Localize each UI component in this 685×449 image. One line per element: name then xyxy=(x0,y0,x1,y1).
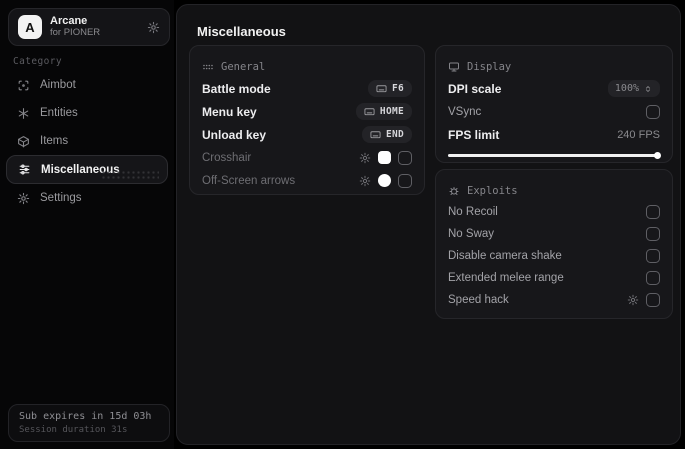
general-card: General Battle mode F6 Menu key HOME Unl… xyxy=(189,45,425,195)
sidebar-item-label: Aimbot xyxy=(40,79,76,91)
gear-icon[interactable] xyxy=(359,175,371,187)
setting-row-crosshair: Crosshair xyxy=(202,146,412,169)
setting-label: Battle mode xyxy=(202,81,271,96)
sidebar-item-items[interactable]: Items xyxy=(0,127,174,155)
extended-melee-range-checkbox[interactable] xyxy=(646,271,660,285)
no-sway-checkbox[interactable] xyxy=(646,227,660,241)
sidebar-item-miscellaneous[interactable]: Miscellaneous xyxy=(6,155,168,184)
grid-icon xyxy=(203,64,213,69)
cube-icon xyxy=(18,135,29,147)
keybind-button[interactable]: F6 xyxy=(367,80,412,97)
color-swatch[interactable] xyxy=(378,151,391,164)
setting-label: FPS limit xyxy=(448,127,500,142)
section-header: Exploits xyxy=(467,184,518,197)
setting-label: Crosshair xyxy=(202,151,252,164)
dpi-scale-select[interactable]: 100% xyxy=(607,80,660,97)
setting-label: Off-Screen arrows xyxy=(202,174,296,187)
crosshair-scan-icon xyxy=(18,80,29,90)
setting-label: Disable camera shake xyxy=(448,250,562,262)
crosshair-checkbox[interactable] xyxy=(398,150,412,165)
sidebar-nav: Aimbot Entities Items Miscellaneous Sett… xyxy=(0,71,174,212)
setting-label: Unload key xyxy=(202,127,267,142)
keyboard-icon xyxy=(370,131,381,139)
color-swatch[interactable] xyxy=(378,174,391,187)
gear-icon xyxy=(17,192,30,204)
exploits-card: Exploits No Recoil No Sway Disable camer… xyxy=(435,169,673,319)
no-recoil-checkbox[interactable] xyxy=(646,205,660,219)
entities-icon xyxy=(18,107,29,119)
keybind-button[interactable]: END xyxy=(361,126,412,143)
app-subtitle: for PIONER xyxy=(50,26,101,38)
vsync-checkbox[interactable] xyxy=(646,104,660,119)
chevron-up-down-icon xyxy=(645,85,651,92)
setting-row-menu-key: Menu key HOME xyxy=(202,100,412,123)
dots-decoration xyxy=(101,170,159,179)
setting-row-offscreen-arrows: Off-Screen arrows xyxy=(202,169,412,192)
keybind-button[interactable]: HOME xyxy=(355,103,412,120)
sidebar-item-settings[interactable]: Settings xyxy=(0,184,174,212)
sub-expiry-text: Sub expires in 15d 03h xyxy=(19,410,152,422)
section-header: Display xyxy=(467,60,512,73)
setting-row-vsync: VSync xyxy=(448,100,660,123)
setting-row-dpi-scale: DPI scale 100% xyxy=(448,77,660,100)
sidebar-item-label: Entities xyxy=(40,107,78,119)
app-header: A Arcane for PIONER xyxy=(8,8,170,46)
setting-row-speed-hack: Speed hack xyxy=(448,289,660,311)
app-logo: A xyxy=(18,15,42,39)
setting-row-fps-limit: FPS limit 240 FPS xyxy=(448,123,660,146)
disable-camera-shake-checkbox[interactable] xyxy=(646,249,660,263)
monitor-icon xyxy=(449,62,459,71)
keyboard-icon xyxy=(376,85,387,93)
setting-label: Speed hack xyxy=(448,294,509,306)
setting-row-no-recoil: No Recoil xyxy=(448,201,660,223)
setting-label: Menu key xyxy=(202,104,257,119)
setting-label: Extended melee range xyxy=(448,272,564,284)
setting-label: DPI scale xyxy=(448,81,502,96)
gear-icon[interactable] xyxy=(359,152,371,164)
subscription-info: Sub expires in 15d 03h Session duration … xyxy=(8,404,170,442)
sidebar-item-label: Items xyxy=(40,135,69,147)
offscreen-arrows-checkbox[interactable] xyxy=(398,173,412,188)
fps-limit-value: 240 FPS xyxy=(617,128,660,141)
setting-label: VSync xyxy=(448,105,482,118)
slider-thumb[interactable] xyxy=(654,152,661,159)
setting-row-disable-camera-shake: Disable camera shake xyxy=(448,245,660,267)
display-card: Display DPI scale 100% VSync FPS limit 2… xyxy=(435,45,673,163)
sidebar: A Arcane for PIONER Category Aimbot Enti… xyxy=(0,0,174,449)
fps-limit-slider[interactable] xyxy=(448,152,661,159)
keyboard-icon xyxy=(364,108,375,116)
speed-hack-checkbox[interactable] xyxy=(646,293,660,307)
sidebar-item-entities[interactable]: Entities xyxy=(0,99,174,127)
sliders-icon xyxy=(19,164,30,175)
setting-label: No Recoil xyxy=(448,206,498,218)
setting-label: No Sway xyxy=(448,228,495,240)
page-title: Miscellaneous xyxy=(197,24,286,39)
setting-row-extended-melee-range: Extended melee range xyxy=(448,267,660,289)
bug-icon xyxy=(449,186,459,195)
session-duration-text: Session duration 31s xyxy=(19,424,128,435)
main-panel: Miscellaneous General Battle mode F6 Men… xyxy=(176,4,681,445)
setting-row-battle-mode: Battle mode F6 xyxy=(202,77,412,100)
section-header: General xyxy=(221,60,266,73)
sidebar-item-label: Settings xyxy=(40,192,82,204)
setting-row-unload-key: Unload key END xyxy=(202,123,412,146)
gear-icon[interactable] xyxy=(627,294,639,306)
setting-row-no-sway: No Sway xyxy=(448,223,660,245)
category-label: Category xyxy=(13,56,62,67)
sidebar-item-aimbot[interactable]: Aimbot xyxy=(0,71,174,99)
app-name: Arcane xyxy=(50,15,88,28)
header-settings-icon[interactable] xyxy=(147,21,160,34)
